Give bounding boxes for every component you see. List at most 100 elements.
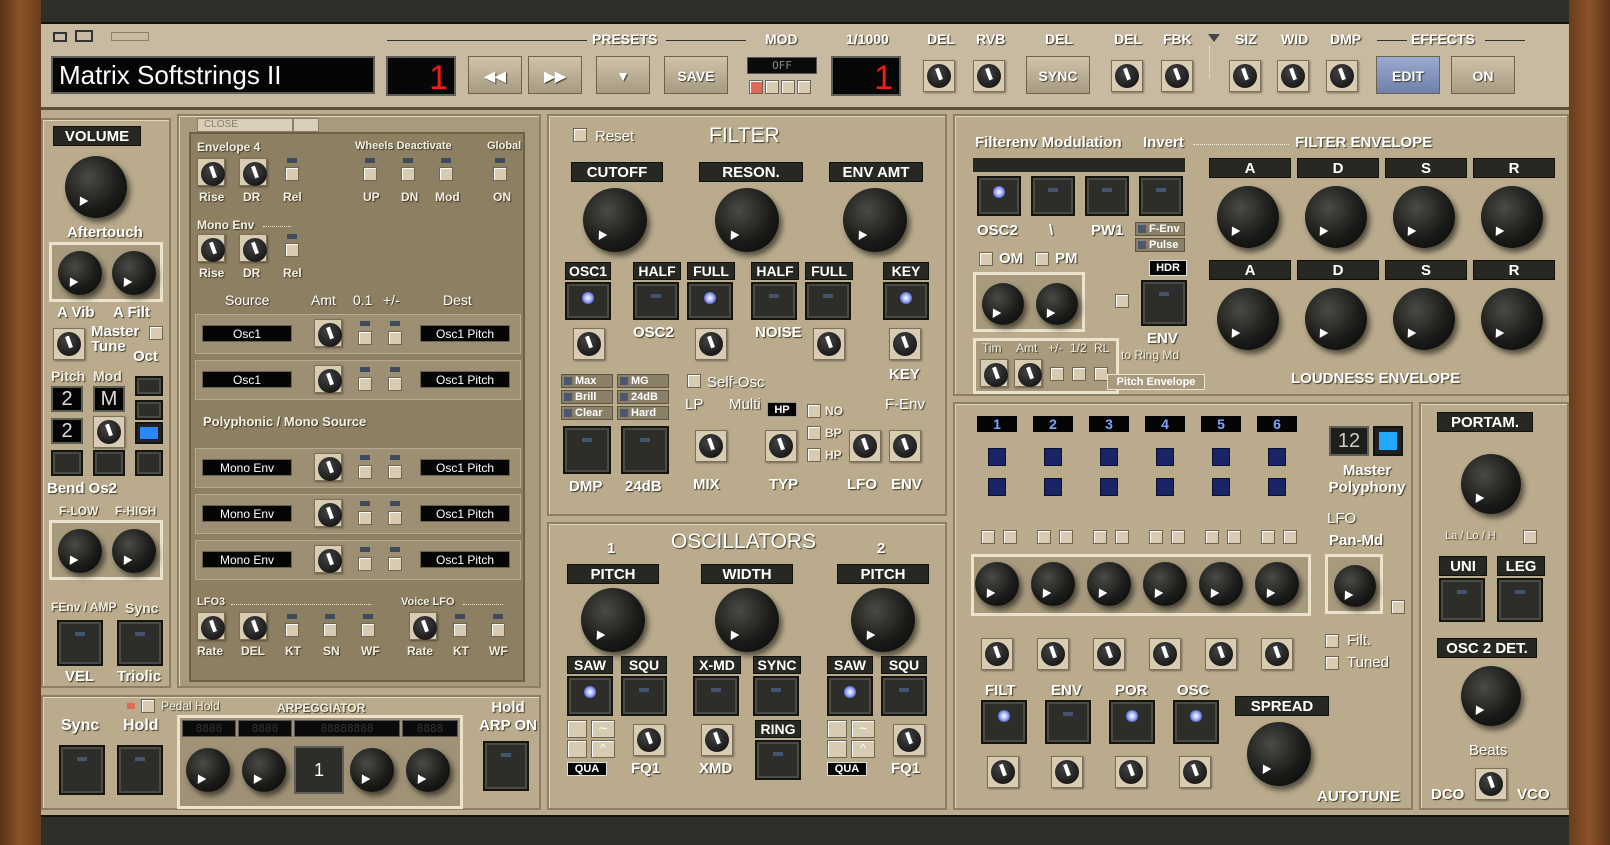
- filt-toggle[interactable]: [1325, 634, 1339, 648]
- lfo3-rate-knob[interactable]: [197, 612, 225, 640]
- wheels-mod-toggle[interactable]: [439, 167, 453, 181]
- dmp-button[interactable]: [563, 426, 611, 474]
- mono-01-toggle[interactable]: [358, 465, 372, 479]
- fenv-osc2-button[interactable]: [977, 176, 1021, 216]
- global-on-toggle[interactable]: [493, 167, 507, 181]
- mod-dest-select[interactable]: Osc1 Pitch: [420, 371, 510, 388]
- env-to-ring-button[interactable]: [1141, 280, 1187, 326]
- mod-amt-knob[interactable]: [314, 365, 342, 393]
- mod-led[interactable]: [749, 80, 763, 94]
- oct-button[interactable]: [135, 450, 163, 476]
- hdr-toggle[interactable]: [1115, 294, 1129, 308]
- mono-rise-knob[interactable]: [197, 234, 225, 262]
- mono-amt-knob[interactable]: [314, 453, 342, 481]
- pulse-select[interactable]: Pulse: [1135, 238, 1185, 252]
- rewind-button[interactable]: ◀◀: [468, 56, 522, 94]
- mono-rel-toggle[interactable]: [285, 243, 299, 257]
- arp-knob-4[interactable]: [406, 748, 450, 792]
- mod-01-toggle[interactable]: [358, 331, 372, 345]
- close-toggle[interactable]: [293, 118, 319, 132]
- qua2-display[interactable]: QUA: [827, 762, 867, 776]
- osc2-squ-button[interactable]: [881, 676, 927, 716]
- mono-dest-select[interactable]: Osc1 Pitch: [420, 459, 510, 476]
- voice-tune-knob[interactable]: [1261, 638, 1293, 670]
- voice-tune-knob[interactable]: [1205, 638, 1237, 670]
- voice-tune-knob[interactable]: [981, 638, 1013, 670]
- osc1-wave-toggle[interactable]: [567, 740, 587, 758]
- mod-01-toggle[interactable]: [358, 377, 372, 391]
- pitch-env-tim-knob[interactable]: [980, 359, 1008, 387]
- noise-half-button[interactable]: [751, 282, 797, 320]
- pm-knob[interactable]: [1036, 283, 1078, 325]
- pan-md-knob[interactable]: [1334, 565, 1376, 607]
- mod-knob[interactable]: [93, 416, 125, 448]
- arp-sync-button[interactable]: [59, 745, 105, 795]
- pitch-bend-down-display[interactable]: 2: [51, 418, 83, 444]
- master-tune-toggle[interactable]: [149, 326, 163, 340]
- typ-knob[interactable]: [765, 430, 797, 462]
- mg-select[interactable]: MG: [617, 374, 669, 388]
- sine-wave-icon[interactable]: ∼: [591, 720, 615, 738]
- volume-knob[interactable]: [65, 156, 127, 218]
- sync-button[interactable]: [753, 676, 799, 716]
- voice-toggle[interactable]: [1205, 530, 1219, 544]
- oct-mid-button[interactable]: [135, 400, 163, 420]
- voice-pan-knob[interactable]: [1143, 562, 1187, 606]
- siz-knob[interactable]: [1229, 60, 1261, 92]
- osc2-wave-toggle[interactable]: [827, 720, 847, 738]
- mono-amt-knob[interactable]: [314, 499, 342, 527]
- mono-dest-select[interactable]: Osc1 Pitch: [420, 551, 510, 568]
- resize-icon[interactable]: [111, 32, 149, 41]
- fenv-invert-button[interactable]: [1139, 176, 1183, 216]
- osc-knob[interactable]: [1179, 756, 1211, 788]
- uni-button[interactable]: [1439, 578, 1485, 622]
- filter-reset-toggle[interactable]: [573, 128, 587, 142]
- triolic-button[interactable]: [117, 620, 163, 666]
- osc2-full-button[interactable]: [687, 282, 733, 320]
- om-knob[interactable]: [982, 283, 1024, 325]
- mod-amt-knob[interactable]: [314, 319, 342, 347]
- voice-toggle[interactable]: [1037, 530, 1051, 544]
- noise-level-knob[interactable]: [813, 328, 845, 360]
- reson-knob[interactable]: [715, 188, 779, 252]
- lfo-knob[interactable]: [849, 430, 881, 462]
- loud-sustain-knob[interactable]: [1393, 288, 1455, 350]
- arp-step-display[interactable]: 1: [294, 746, 344, 794]
- voice-toggle[interactable]: [1115, 530, 1129, 544]
- osc1-wave-toggle[interactable]: [567, 720, 587, 738]
- mono-pm-toggle[interactable]: [388, 511, 402, 525]
- leg-button[interactable]: [1497, 578, 1543, 622]
- max-select[interactable]: Max: [561, 374, 613, 388]
- env4-rise-knob[interactable]: [197, 158, 225, 186]
- mod-toggle[interactable]: [781, 80, 795, 94]
- loud-attack-knob[interactable]: [1217, 288, 1279, 350]
- pitch-env-amt-knob[interactable]: [1014, 359, 1042, 387]
- bp-toggle[interactable]: [807, 426, 821, 440]
- filt-button[interactable]: [981, 700, 1027, 744]
- mono-pm-toggle[interactable]: [388, 465, 402, 479]
- mono-source-select[interactable]: Mono Env: [202, 505, 292, 522]
- triangle-wave-icon[interactable]: ^: [591, 740, 615, 758]
- arp-knob-3[interactable]: [350, 748, 394, 792]
- por-knob[interactable]: [1115, 756, 1147, 788]
- voice-toggle[interactable]: [1261, 530, 1275, 544]
- mod-display[interactable]: M: [93, 386, 125, 412]
- mod-dest-select[interactable]: Osc1 Pitch: [420, 325, 510, 342]
- osc1-level-knob[interactable]: [573, 328, 605, 360]
- save-button[interactable]: SAVE: [664, 56, 728, 94]
- pitch-env-half-toggle[interactable]: [1072, 367, 1086, 381]
- loud-release-knob[interactable]: [1481, 288, 1543, 350]
- env-button[interactable]: [1045, 700, 1091, 744]
- brill-select[interactable]: Brill: [561, 390, 613, 404]
- rvb-knob[interactable]: [973, 60, 1005, 92]
- wheels-dn-toggle[interactable]: [401, 167, 415, 181]
- del-time-knob[interactable]: [1111, 60, 1143, 92]
- portamento-knob[interactable]: [1461, 454, 1521, 514]
- cutoff-knob[interactable]: [583, 188, 647, 252]
- f-env-knob[interactable]: [889, 430, 921, 462]
- no-toggle[interactable]: [807, 404, 821, 418]
- osc1-pitch-knob[interactable]: [581, 588, 645, 652]
- f-low-knob[interactable]: [58, 529, 102, 573]
- mod-toggle[interactable]: [765, 80, 779, 94]
- mod-source-select[interactable]: Osc1: [202, 325, 292, 342]
